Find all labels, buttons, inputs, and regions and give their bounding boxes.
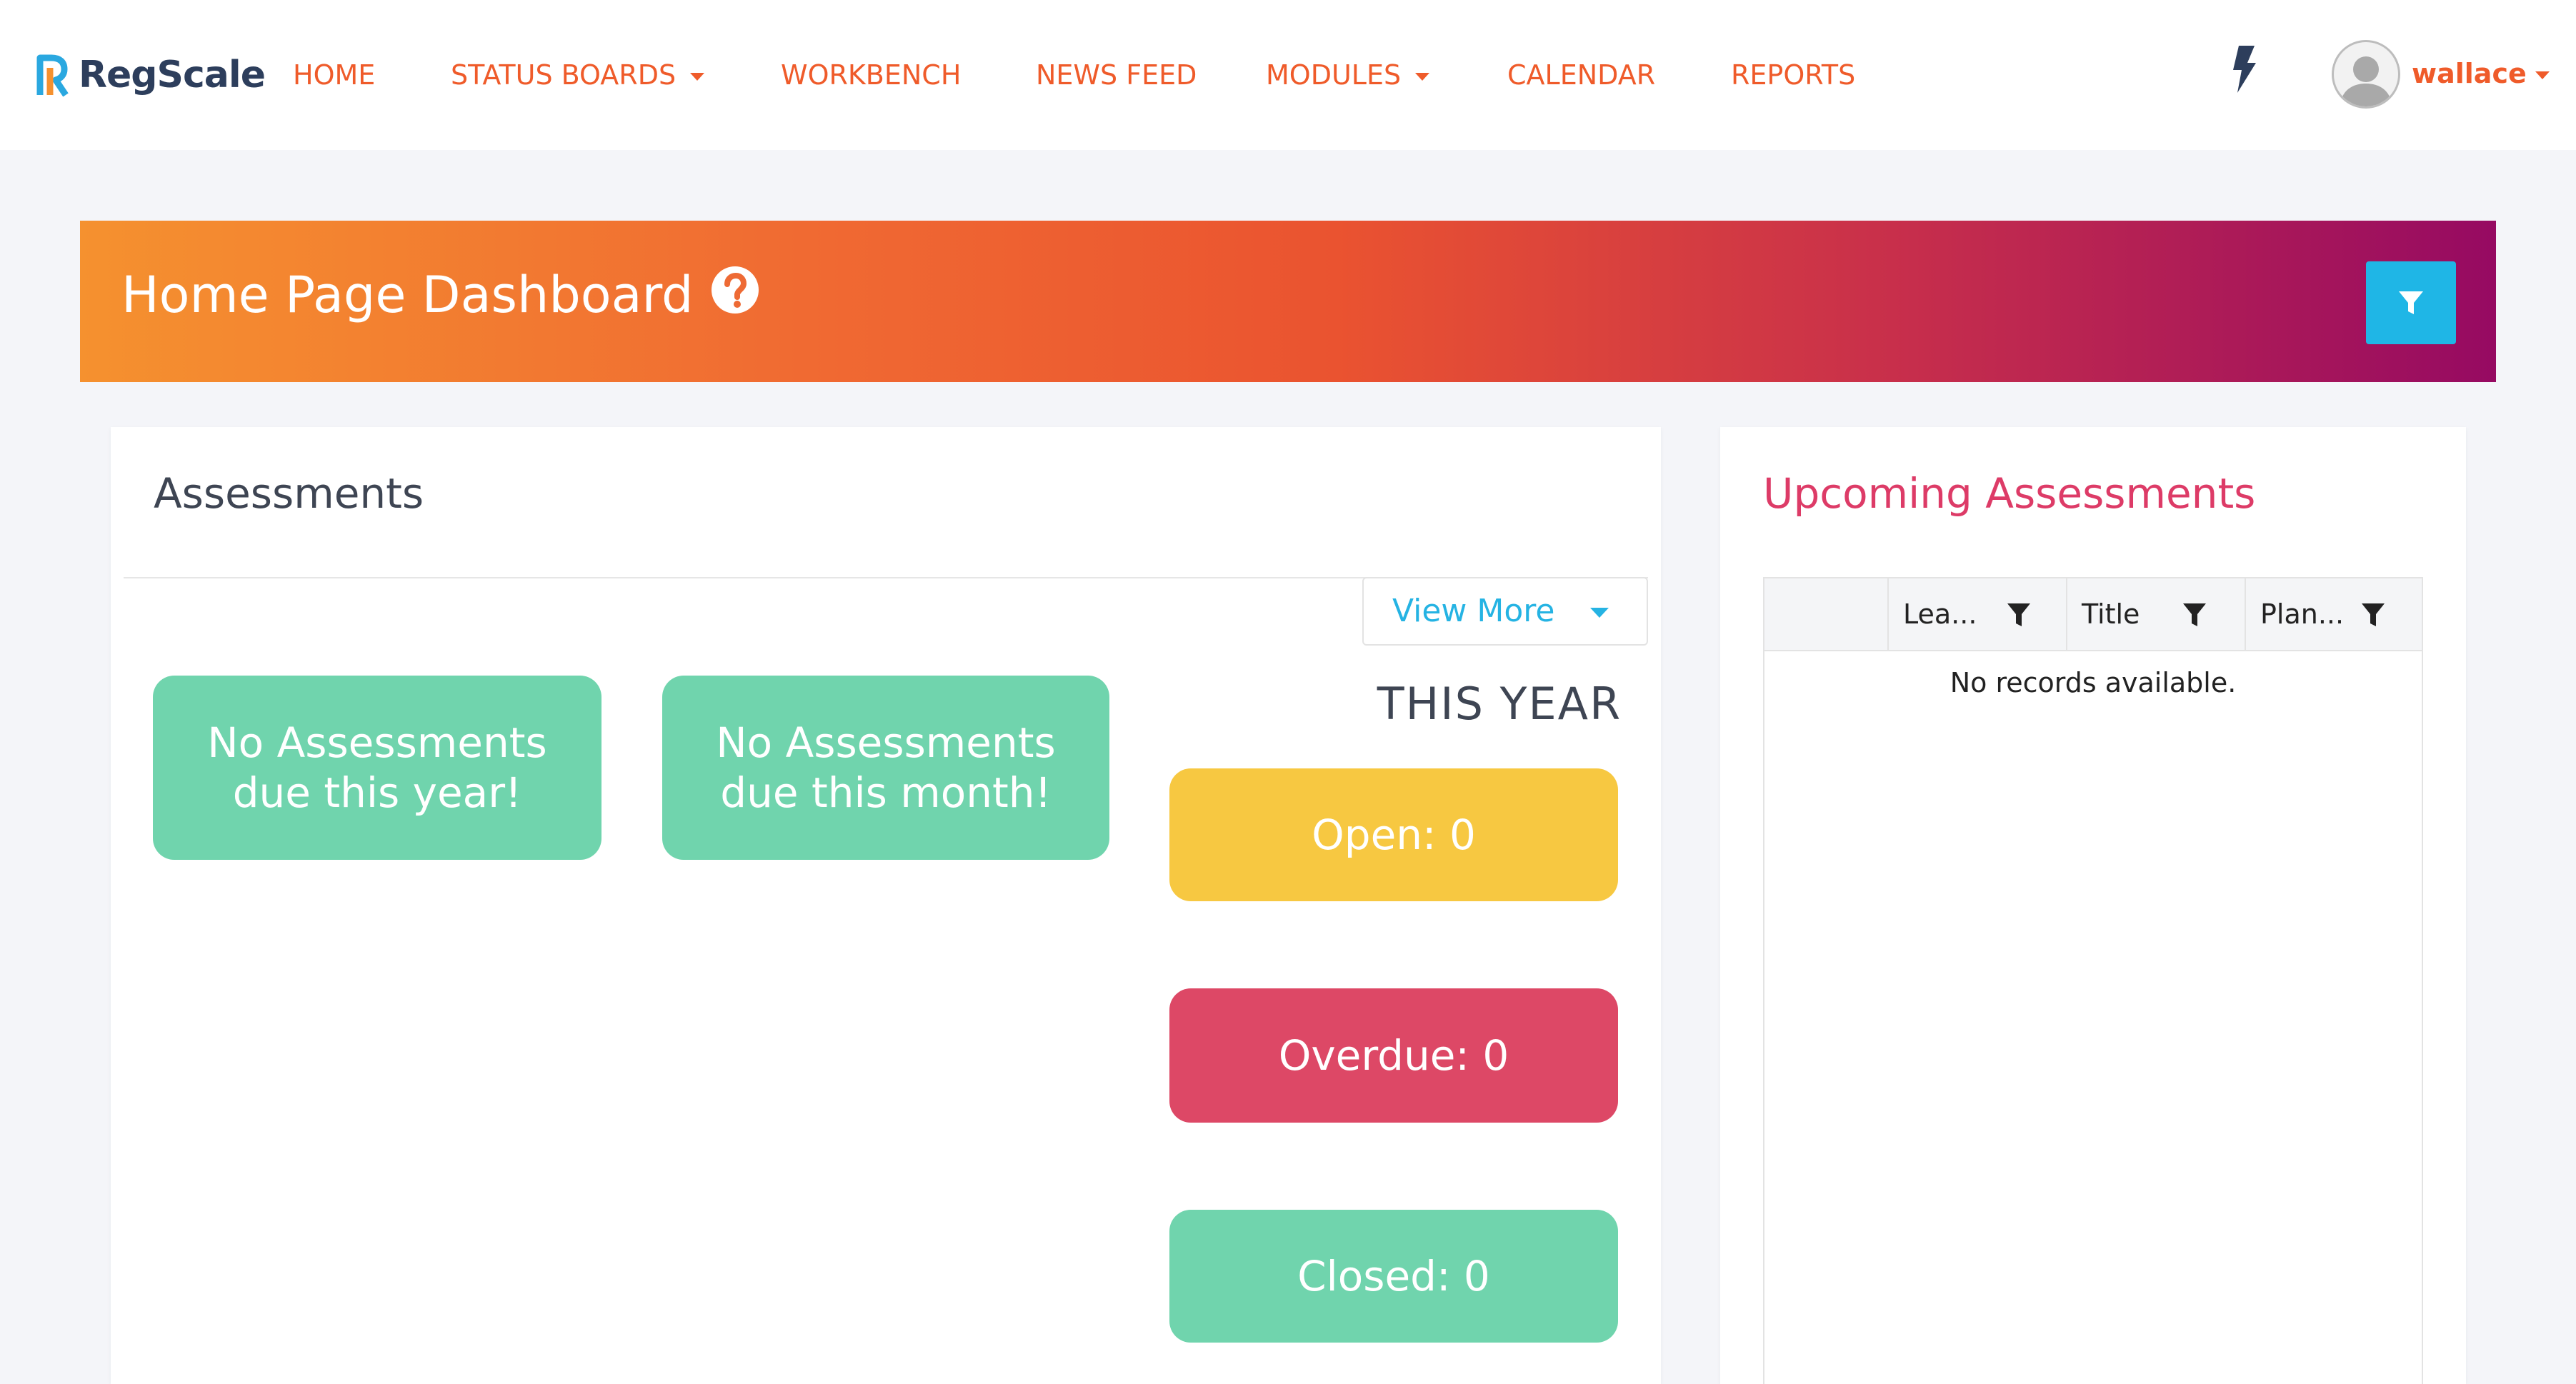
nav-modules[interactable]: MODULES [1266, 57, 1430, 93]
assessments-card: Assessments View More No Assessments due… [111, 427, 1661, 1384]
nav-news-feed[interactable]: NEWS FEED [1036, 57, 1197, 93]
upcoming-assessments-grid: Lea... Title Plan... No records availabl… [1763, 577, 2423, 1384]
grid-header: Lea... Title Plan... [1764, 578, 2422, 651]
view-more-dropdown[interactable]: View More [1362, 577, 1648, 646]
upcoming-assessments-card: Upcoming Assessments Lea... Title Plan..… [1720, 427, 2466, 1384]
user-name: wallace [2412, 58, 2527, 89]
upcoming-title: Upcoming Assessments [1763, 469, 2256, 518]
filter-button[interactable] [2366, 261, 2456, 344]
dashboard-banner: Home Page Dashboard [80, 221, 2496, 382]
nav-workbench[interactable]: WORKBENCH [781, 57, 961, 93]
filter-icon[interactable] [2006, 601, 2032, 628]
grid-column-label: Plan... [2260, 598, 2345, 630]
brand-name: RegScale [79, 54, 266, 96]
nav-status-boards-label: STATUS BOARDS [451, 59, 677, 91]
grid-column-label: Lea... [1903, 598, 1977, 630]
nav-modules-label: MODULES [1266, 59, 1402, 91]
person-icon [2340, 56, 2392, 106]
chevron-down-icon [2535, 71, 2550, 79]
nav-reports[interactable]: REPORTS [1731, 57, 1855, 93]
view-more-label: View More [1392, 593, 1555, 629]
grid-column-plan[interactable]: Plan... [2245, 578, 2422, 650]
nav-status-boards[interactable]: STATUS BOARDS [451, 57, 705, 93]
help-circle-icon[interactable] [710, 265, 760, 315]
overdue-status-tile[interactable]: Overdue: 0 [1169, 988, 1618, 1123]
open-status-tile[interactable]: Open: 0 [1169, 768, 1618, 901]
regscale-logo-icon [36, 54, 69, 97]
due-this-year-tile[interactable]: No Assessments due this year! [153, 676, 601, 860]
brand-logo[interactable]: RegScale [36, 50, 266, 100]
grid-column-label: Title [2082, 598, 2140, 630]
grid-column-title[interactable]: Title [2066, 578, 2245, 650]
top-navbar: RegScale HOME STATUS BOARDS WORKBENCH NE… [0, 0, 2576, 150]
due-this-month-tile[interactable]: No Assessments due this month! [662, 676, 1109, 860]
grid-column-lead[interactable]: Lea... [1887, 578, 2066, 650]
chevron-down-icon [690, 73, 705, 81]
filter-icon[interactable] [2182, 601, 2207, 628]
user-avatar-icon[interactable] [2332, 40, 2400, 109]
filter-icon[interactable] [2360, 601, 2386, 628]
chevron-down-icon [1590, 608, 1609, 618]
this-year-heading: THIS YEAR [1377, 678, 1622, 730]
nav-home[interactable]: HOME [293, 57, 375, 93]
user-menu[interactable]: wallace [2412, 56, 2550, 91]
filter-icon [2399, 291, 2423, 314]
page-title: Home Page Dashboard [121, 266, 694, 324]
no-records-message: No records available. [1950, 667, 2237, 698]
lightning-icon[interactable] [2227, 44, 2262, 94]
assessments-title: Assessments [154, 469, 424, 518]
chevron-down-icon [1415, 73, 1430, 81]
closed-status-tile[interactable]: Closed: 0 [1169, 1210, 1618, 1343]
nav-calendar[interactable]: CALENDAR [1507, 57, 1655, 93]
